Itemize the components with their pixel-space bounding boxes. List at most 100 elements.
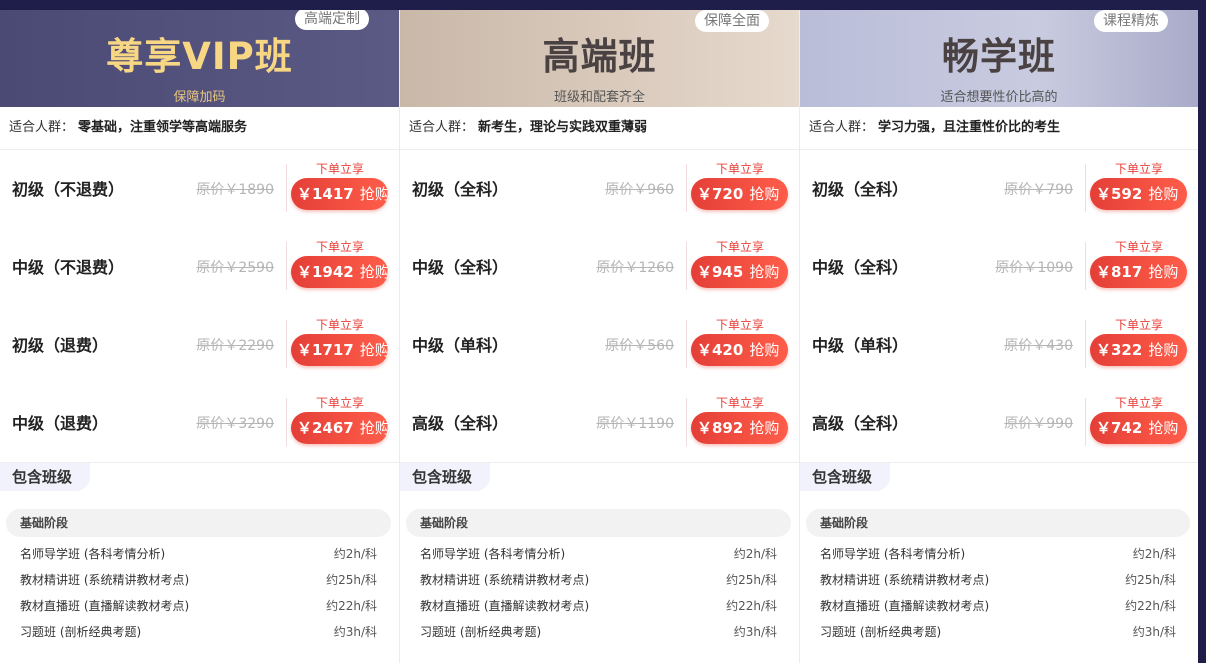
package-name: 中级（全科） [812, 258, 909, 277]
buy-button[interactable]: ￥1417 抢购 [291, 178, 390, 210]
divider [1085, 242, 1086, 290]
course-item: 教材直播班 (直播解读教材考点) 约22h/科 [20, 593, 377, 619]
course-duration: 约22h/科 [726, 599, 777, 613]
original-price: 原价￥430 [1004, 338, 1073, 354]
course-name: 名师导学班 (各科考情分析) [420, 547, 566, 561]
buy-button[interactable]: ￥592 抢购 [1090, 178, 1187, 210]
includes-section: 包含班级 [0, 462, 399, 492]
card-subtitle: 保障加码 [173, 90, 226, 105]
price-row: 高级（全科） 原价￥990 下单立享 ￥742 抢购 [800, 384, 1198, 462]
price-row: 初级（全科） 原价￥960 下单立享 ￥720 抢购 [400, 150, 799, 228]
original-price: 原价￥1190 [596, 416, 674, 432]
course-duration: 约3h/科 [333, 625, 377, 639]
course-duration: 约2h/科 [333, 547, 377, 561]
original-price: 原价￥2290 [196, 338, 274, 354]
package-name: 中级（不退费） [12, 258, 125, 277]
course-duration: 约3h/科 [733, 625, 777, 639]
divider [286, 320, 287, 368]
buy-label: 抢购 [1148, 263, 1179, 281]
sale-price: ￥1417 [297, 185, 354, 203]
course-cards: 高端定制 尊享VIP班 保障加码 适合人群： 零基础，注重领学等高端服务 初级（不… [0, 10, 1198, 663]
package-name: 高级（全科） [812, 414, 909, 433]
card-header: 课程精炼 畅学班 适合想要性价比高的 [800, 10, 1198, 107]
price-list: 初级（全科） 原价￥790 下单立享 ￥592 抢购 中级（全科） 原价￥1090… [800, 150, 1198, 462]
course-name: 教材直播班 (直播解读教材考点) [420, 599, 590, 613]
promo-label: 下单立享 [315, 396, 364, 410]
divider [1085, 320, 1086, 368]
original-price: 原价￥990 [1004, 416, 1073, 432]
course-duration: 约25h/科 [326, 573, 377, 587]
card-premium: 保障全面 高端班 班级和配套齐全 适合人群： 新考生，理论与实践双重薄弱 初级（全… [400, 10, 800, 663]
sale-price: ￥2467 [297, 419, 354, 437]
promo-label: 下单立享 [1114, 240, 1163, 254]
buy-label: 抢购 [1148, 185, 1179, 203]
sale-price: ￥742 [1096, 419, 1143, 437]
original-price: 原价￥1090 [995, 260, 1073, 276]
course-duration: 约22h/科 [1125, 599, 1176, 613]
audience-line: 适合人群： 新考生，理论与实践双重薄弱 [400, 107, 799, 150]
original-price: 原价￥3290 [196, 416, 274, 432]
card-tag: 保障全面 [695, 10, 769, 32]
course-item: 名师导学班 (各科考情分析) 约2h/科 [20, 541, 377, 567]
buy-button[interactable]: ￥2467 抢购 [291, 412, 390, 444]
course-duration: 约25h/科 [1125, 573, 1176, 587]
course-name: 习题班 (剖析经典考题) [20, 625, 142, 639]
sale-price: ￥817 [1096, 263, 1143, 281]
original-price: 原价￥1890 [196, 182, 274, 198]
sale-price: ￥322 [1096, 341, 1143, 359]
sale-price: ￥592 [1096, 185, 1143, 203]
buy-button[interactable]: ￥945 抢购 [691, 256, 788, 288]
includes-section: 包含班级 [400, 462, 799, 492]
course-duration: 约2h/科 [733, 547, 777, 561]
buy-button[interactable]: ￥892 抢购 [691, 412, 788, 444]
buy-button[interactable]: ￥817 抢购 [1090, 256, 1187, 288]
original-price: 原价￥960 [605, 182, 674, 198]
buy-button[interactable]: ￥720 抢购 [691, 178, 788, 210]
includes-title: 包含班级 [0, 463, 90, 491]
audience-label: 适合人群： [409, 120, 475, 135]
divider [286, 164, 287, 212]
buy-label: 抢购 [359, 341, 390, 359]
buy-label: 抢购 [1148, 419, 1179, 437]
audience-value: 学习力强，且注重性价比的考生 [878, 120, 1061, 135]
promo-label: 下单立享 [315, 318, 364, 332]
course-duration: 约22h/科 [326, 599, 377, 613]
buy-label: 抢购 [749, 341, 780, 359]
buy-button[interactable]: ￥1942 抢购 [291, 256, 390, 288]
course-name: 教材精讲班 (系统精讲教材考点) [20, 573, 190, 587]
audience-line: 适合人群： 零基础，注重领学等高端服务 [0, 107, 399, 150]
card-subtitle: 适合想要性价比高的 [940, 90, 1058, 105]
card-tag: 高端定制 [295, 10, 369, 30]
price-row: 中级（单科） 原价￥430 下单立享 ￥322 抢购 [800, 306, 1198, 384]
buy-button[interactable]: ￥322 抢购 [1090, 334, 1187, 366]
divider [686, 398, 687, 446]
package-name: 中级（单科） [812, 336, 909, 355]
card-header: 保障全面 高端班 班级和配套齐全 [400, 10, 799, 107]
course-duration: 约25h/科 [726, 573, 777, 587]
package-name: 初级（退费） [12, 336, 109, 355]
course-item: 习题班 (剖析经典考题) 约3h/科 [420, 619, 777, 645]
buy-button[interactable]: ￥1717 抢购 [291, 334, 390, 366]
package-name: 中级（全科） [412, 258, 509, 277]
price-row: 初级（不退费） 原价￥1890 下单立享 ￥1417 抢购 [0, 150, 399, 228]
buy-button[interactable]: ￥420 抢购 [691, 334, 788, 366]
buy-label: 抢购 [359, 185, 390, 203]
package-name: 初级（不退费） [12, 180, 125, 199]
stage-label: 基础阶段 [6, 509, 391, 537]
course-item: 教材精讲班 (系统精讲教材考点) 约25h/科 [820, 567, 1176, 593]
stage-label: 基础阶段 [406, 509, 791, 537]
price-row: 初级（退费） 原价￥2290 下单立享 ￥1717 抢购 [0, 306, 399, 384]
course-list: 名师导学班 (各科考情分析) 约2h/科 教材精讲班 (系统精讲教材考点) 约25h… [400, 537, 799, 645]
promo-label: 下单立享 [1114, 396, 1163, 410]
divider [1085, 164, 1086, 212]
sale-price: ￥720 [697, 185, 744, 203]
course-name: 教材直播班 (直播解读教材考点) [20, 599, 190, 613]
divider [686, 320, 687, 368]
card-header: 高端定制 尊享VIP班 保障加码 [0, 10, 399, 107]
course-item: 习题班 (剖析经典考题) 约3h/科 [20, 619, 377, 645]
buy-button[interactable]: ￥742 抢购 [1090, 412, 1187, 444]
audience-value: 新考生，理论与实践双重薄弱 [478, 120, 648, 135]
promo-label: 下单立享 [715, 240, 764, 254]
course-item: 名师导学班 (各科考情分析) 约2h/科 [420, 541, 777, 567]
buy-label: 抢购 [359, 263, 390, 281]
